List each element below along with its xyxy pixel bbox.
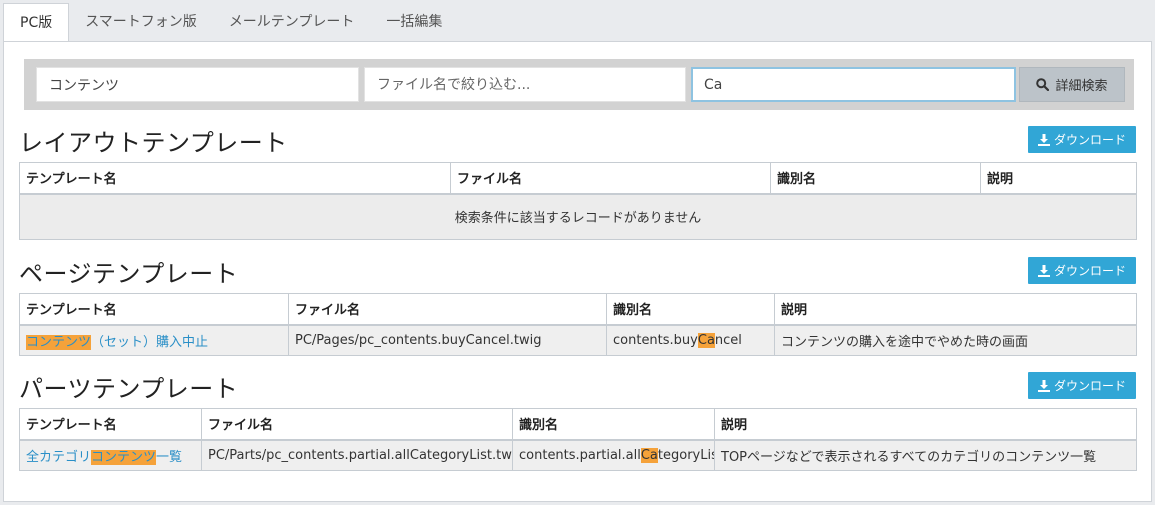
search-icon	[1036, 78, 1050, 91]
search-highlight: Ca	[697, 332, 715, 348]
page-download-button[interactable]: ダウンロード	[1028, 257, 1136, 284]
layout-download-button[interactable]: ダウンロード	[1028, 126, 1136, 153]
identifier-cell: contents.partial.allCategoryList	[512, 439, 715, 471]
template-name-cell: 全カテゴリコンテンツ一覧	[19, 439, 202, 471]
template-name-text: 一覧	[156, 449, 183, 465]
search-highlight: コンテンツ	[26, 334, 92, 350]
download-label: ダウンロード	[1053, 264, 1126, 278]
column-header-template-name[interactable]: テンプレート名	[19, 162, 451, 195]
filename-filter-input[interactable]	[364, 67, 686, 102]
file-name-cell: PC/Pages/pc_contents.buyCancel.twig	[288, 324, 607, 356]
tab-mail-template[interactable]: メールテンプレート	[213, 3, 371, 42]
download-icon	[1037, 379, 1050, 392]
empty-row: 検索条件に該当するレコードがありません	[19, 193, 1137, 240]
advanced-search-label: 詳細検索	[1055, 79, 1108, 94]
parts-template-title: パーツテンプレート	[19, 375, 239, 403]
search-highlight: Ca	[640, 447, 658, 463]
column-header-template-name[interactable]: テンプレート名	[19, 408, 202, 441]
table-header-row: テンプレート名 ファイル名 識別名 説明	[19, 162, 1137, 195]
search-highlight: コンテンツ	[91, 449, 157, 465]
column-header-identifier[interactable]: 識別名	[606, 293, 775, 326]
download-icon	[1037, 133, 1050, 146]
category-select[interactable]	[36, 67, 359, 102]
column-header-identifier[interactable]: 識別名	[512, 408, 715, 441]
keyword-search-input[interactable]	[691, 67, 1016, 102]
identifier-text: ncel	[714, 332, 742, 348]
tab-smartphone[interactable]: スマートフォン版	[69, 3, 213, 42]
identifier-text: tegoryList	[657, 447, 714, 463]
template-name-text: 全カテゴリ	[26, 449, 92, 465]
column-header-description[interactable]: 説明	[774, 293, 1137, 326]
tab-bulk-edit[interactable]: 一括編集	[370, 3, 458, 42]
table-row: 全カテゴリコンテンツ一覧 PC/Parts/pc_contents.partia…	[19, 439, 1137, 471]
template-name-link[interactable]: 全カテゴリコンテンツ一覧	[26, 449, 183, 465]
tab-panel: 詳細検索 レイアウトテンプレート ダウンロード テンプレート名 ファイル名 識別…	[3, 41, 1152, 502]
column-header-identifier[interactable]: 識別名	[770, 162, 981, 195]
search-bar: 詳細検索	[24, 59, 1134, 110]
template-name-text: （セット）購入中止	[91, 334, 209, 350]
column-header-description[interactable]: 説明	[980, 162, 1137, 195]
advanced-search-button[interactable]: 詳細検索	[1019, 67, 1125, 102]
template-name-cell: コンテンツ（セット）購入中止	[19, 324, 289, 356]
column-header-template-name[interactable]: テンプレート名	[19, 293, 289, 326]
tab-pc[interactable]: PC版	[3, 3, 70, 43]
download-icon	[1037, 264, 1050, 277]
table-header-row: テンプレート名 ファイル名 識別名 説明	[19, 408, 1137, 441]
empty-message: 検索条件に該当するレコードがありません	[19, 193, 1137, 240]
download-label: ダウンロード	[1053, 133, 1126, 147]
identifier-text: contents.partial.all	[519, 447, 641, 463]
layout-template-table: テンプレート名 ファイル名 識別名 説明 検索条件に該当するレコードがありません	[19, 162, 1137, 240]
tab-bar: PC版 スマートフォン版 メールテンプレート 一括編集	[3, 3, 458, 43]
description-cell: コンテンツの購入を途中でやめた時の画面	[774, 324, 1137, 356]
parts-template-table: テンプレート名 ファイル名 識別名 説明 全カテゴリコンテンツ一覧 PC/Par…	[19, 408, 1137, 471]
column-header-file-name[interactable]: ファイル名	[288, 293, 607, 326]
page-template-table: テンプレート名 ファイル名 識別名 説明 コンテンツ（セット）購入中止 PC/P…	[19, 293, 1137, 356]
layout-template-title: レイアウトテンプレート	[19, 129, 288, 157]
table-row: コンテンツ（セット）購入中止 PC/Pages/pc_contents.buyC…	[19, 324, 1137, 356]
page-template-title: ページテンプレート	[19, 260, 239, 288]
description-cell: TOPページなどで表示されるすべてのカテゴリのコンテンツ一覧	[714, 439, 1137, 471]
identifier-cell: contents.buyCancel	[606, 324, 775, 356]
file-name-cell: PC/Parts/pc_contents.partial.allCategory…	[201, 439, 513, 471]
column-header-file-name[interactable]: ファイル名	[450, 162, 771, 195]
identifier-text: contents.buy	[613, 332, 698, 348]
parts-download-button[interactable]: ダウンロード	[1028, 372, 1136, 399]
template-name-link[interactable]: コンテンツ（セット）購入中止	[26, 334, 209, 350]
column-header-file-name[interactable]: ファイル名	[201, 408, 513, 441]
column-header-description[interactable]: 説明	[714, 408, 1137, 441]
table-header-row: テンプレート名 ファイル名 識別名 説明	[19, 293, 1137, 326]
download-label: ダウンロード	[1053, 379, 1126, 393]
